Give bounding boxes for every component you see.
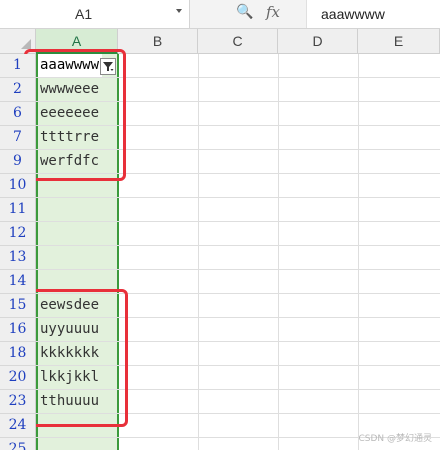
row-header-11[interactable]: 11 [0,198,36,222]
gridline-col-d [278,54,279,450]
column-header-c[interactable]: C [198,29,278,54]
formula-value: aaawwww [321,6,385,22]
column-header-d[interactable]: D [278,29,358,54]
gridline-row-13 [36,269,440,270]
row-header-24[interactable]: 24 [0,414,36,438]
gridline-row-12 [36,245,440,246]
zoom-icon[interactable]: 🔍 [236,4,253,20]
row-header-9[interactable]: 9 [0,150,36,174]
formula-input[interactable]: aaawwww [306,0,440,28]
row-header-12[interactable]: 12 [0,222,36,246]
select-all-triangle-icon [21,39,31,49]
row-header-6[interactable]: 6 [0,102,36,126]
row-header-18[interactable]: 18 [0,342,36,366]
fx-icon[interactable]: fx [266,3,280,21]
sheet-grid: A B C D E aaawwww wwwweee eeeeeee ttttrre we… [0,29,440,450]
row-header-7[interactable]: 7 [0,126,36,150]
row-header-16[interactable]: 16 [0,318,36,342]
row-header-14[interactable]: 14 [0,270,36,294]
row-header-20[interactable]: 20 [0,366,36,390]
name-box-value: A1 [75,6,93,22]
row-header-25[interactable]: 25 [0,438,36,450]
name-box[interactable]: A1 [0,0,190,28]
row-header-2[interactable]: 2 [0,78,36,102]
spreadsheet-window: A1 🔍 fx aaawwww A B C D E aaawwww wwwweee… [0,0,440,450]
row-header-1[interactable]: 1 [0,54,36,78]
row-header-13[interactable]: 13 [0,246,36,270]
gridline-col-e [358,54,359,450]
gridline-row-10 [36,197,440,198]
chevron-down-icon[interactable] [176,9,182,13]
row-header-15[interactable]: 15 [0,294,36,318]
row-header-10[interactable]: 10 [0,174,36,198]
watermark: CSDN @梦幻通灵 [358,434,432,444]
column-header-e[interactable]: E [358,29,440,54]
gridline-row-11 [36,221,440,222]
highlight-box-bottom [24,289,128,427]
gridline-col-c [198,54,199,450]
column-header-b[interactable]: B [118,29,198,54]
highlight-box-top [24,49,126,181]
row-header-23[interactable]: 23 [0,390,36,414]
formula-bar: A1 🔍 fx aaawwww [0,0,440,29]
